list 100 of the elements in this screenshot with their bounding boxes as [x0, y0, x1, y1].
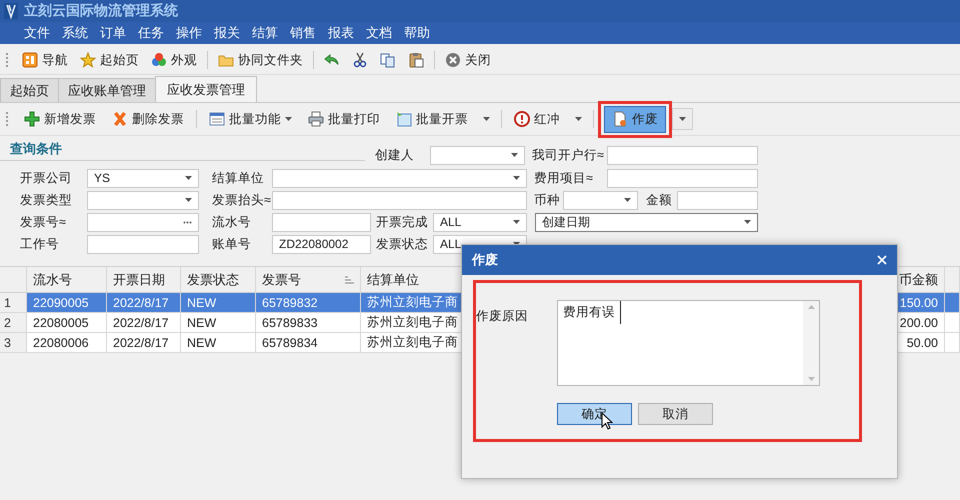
- field-label: 发票状态: [376, 236, 429, 252]
- close-icon: [445, 52, 461, 68]
- toolbar-button[interactable]: 协同文件夹: [212, 48, 309, 72]
- caret-icon: [575, 117, 582, 121]
- input-field[interactable]: [607, 146, 758, 164]
- caret-icon: [185, 176, 192, 180]
- reason-field[interactable]: 费用有误: [557, 300, 820, 386]
- dropdown-field[interactable]: [430, 146, 525, 164]
- plus-icon: [24, 111, 40, 127]
- toolbar-button[interactable]: 导航: [16, 48, 74, 72]
- cancel-button[interactable]: 取消: [638, 403, 713, 425]
- field-label: 发票抬头≈: [212, 192, 272, 208]
- input-field[interactable]: ZD22080002: [272, 234, 371, 254]
- menu-item[interactable]: 订单: [94, 22, 132, 44]
- delete-icon: [112, 111, 128, 127]
- field-label: 开票完成: [376, 214, 429, 230]
- picker-field[interactable]: [87, 212, 199, 232]
- caret-icon: [744, 220, 751, 224]
- caret-icon: [483, 117, 490, 121]
- column-header[interactable]: 开票日期: [107, 267, 181, 292]
- dropdown-field[interactable]: ALL: [433, 212, 527, 232]
- table-cell: 22080006: [27, 333, 107, 353]
- toolbar-button[interactable]: 批量打印: [300, 106, 388, 132]
- section-title: 查询条件: [9, 140, 63, 158]
- table-cell: NEW: [181, 293, 256, 313]
- caret-icon: [513, 220, 520, 224]
- column-header[interactable]: 流水号: [27, 267, 107, 292]
- input-field[interactable]: [607, 168, 758, 188]
- dialog-title: 作废: [472, 251, 498, 269]
- table-cell: 22090005: [27, 293, 107, 313]
- menu-item[interactable]: 帮助: [398, 22, 436, 44]
- toolbar-button[interactable]: 删除发票: [104, 106, 192, 132]
- toolbar-button[interactable]: 红冲: [506, 106, 568, 132]
- input-field[interactable]: [272, 212, 371, 232]
- toolbar-button[interactable]: 作废: [604, 106, 666, 132]
- field-label: 创建人: [375, 146, 415, 164]
- menu-item[interactable]: 结算: [246, 22, 284, 44]
- field-label: 结算单位: [212, 170, 265, 186]
- menu-item[interactable]: 任务: [132, 22, 170, 44]
- column-header[interactable]: 发票状态: [181, 267, 256, 292]
- tab[interactable]: 起始页: [0, 78, 59, 102]
- caret-icon: [511, 153, 518, 157]
- scroll-up-icon[interactable]: [808, 305, 814, 309]
- field-label: 金额: [646, 192, 673, 208]
- dropdown-button[interactable]: [672, 108, 693, 130]
- input-field[interactable]: [677, 190, 758, 210]
- dropdown-field[interactable]: [563, 190, 638, 210]
- table-cell: 65789833: [256, 313, 361, 333]
- dropdown-field[interactable]: [272, 168, 527, 188]
- toolbar-button[interactable]: 新增发票: [16, 106, 104, 132]
- document-icon: [612, 111, 628, 127]
- table-cell: 2022/8/17: [107, 333, 181, 353]
- row-number: 1: [0, 293, 27, 313]
- menu-item[interactable]: 文件: [18, 22, 56, 44]
- menu-item[interactable]: 文档: [360, 22, 398, 44]
- cut-icon: [352, 52, 368, 68]
- input-field[interactable]: [272, 190, 527, 210]
- app-logo-icon: [4, 3, 18, 19]
- row-number: 3: [0, 333, 27, 353]
- toolbar-button[interactable]: 关闭: [439, 48, 497, 72]
- palette-icon: [151, 52, 167, 68]
- menu-item[interactable]: 报关: [208, 22, 246, 44]
- navigation-icon: [22, 52, 38, 68]
- menu-item[interactable]: 报表: [322, 22, 360, 44]
- menu-item[interactable]: 系统: [56, 22, 94, 44]
- toolbar-button[interactable]: 批量功能: [201, 106, 300, 132]
- field-label: 流水号: [212, 214, 252, 230]
- warning-icon: [514, 111, 530, 127]
- dropdown-field[interactable]: 创建日期: [535, 212, 758, 232]
- caret-icon: [513, 176, 520, 180]
- caret-icon: [285, 117, 292, 121]
- table-cell: 22080005: [27, 313, 107, 333]
- menu-item[interactable]: 操作: [170, 22, 208, 44]
- input-field[interactable]: [87, 234, 199, 254]
- toolbar-button[interactable]: 起始页: [74, 48, 145, 72]
- column-header[interactable]: 发票号: [256, 267, 361, 292]
- field-label: 工作号: [20, 236, 60, 252]
- table-cell: NEW: [181, 333, 256, 353]
- dropdown-field[interactable]: YS: [87, 168, 199, 188]
- field-label: 发票类型: [20, 192, 73, 208]
- caret-icon: [624, 198, 631, 202]
- field-label: 发票号≈: [20, 214, 67, 230]
- dropdown-field[interactable]: [87, 190, 199, 210]
- menu-item[interactable]: 销售: [284, 22, 322, 44]
- field-label: 币种: [534, 192, 561, 208]
- field-label: 费用项目≈: [534, 170, 594, 186]
- tab[interactable]: 应收账单管理: [58, 78, 156, 102]
- toolbar-button[interactable]: 外观: [145, 48, 203, 72]
- table-cell: 65789834: [256, 333, 361, 353]
- field-label: 我司开户行≈: [532, 146, 605, 164]
- field-label: 开票公司: [20, 170, 73, 186]
- close-icon[interactable]: [877, 255, 887, 265]
- toolbar-button[interactable]: 批量开票: [388, 106, 476, 132]
- caret-icon: [679, 117, 686, 121]
- copy-icon: [380, 52, 396, 68]
- table-cell: 2022/8/17: [107, 293, 181, 313]
- invoice-icon: [396, 111, 412, 127]
- tab[interactable]: 应收发票管理: [155, 76, 257, 102]
- scroll-down-icon[interactable]: [808, 377, 814, 381]
- table-cell: [945, 313, 960, 333]
